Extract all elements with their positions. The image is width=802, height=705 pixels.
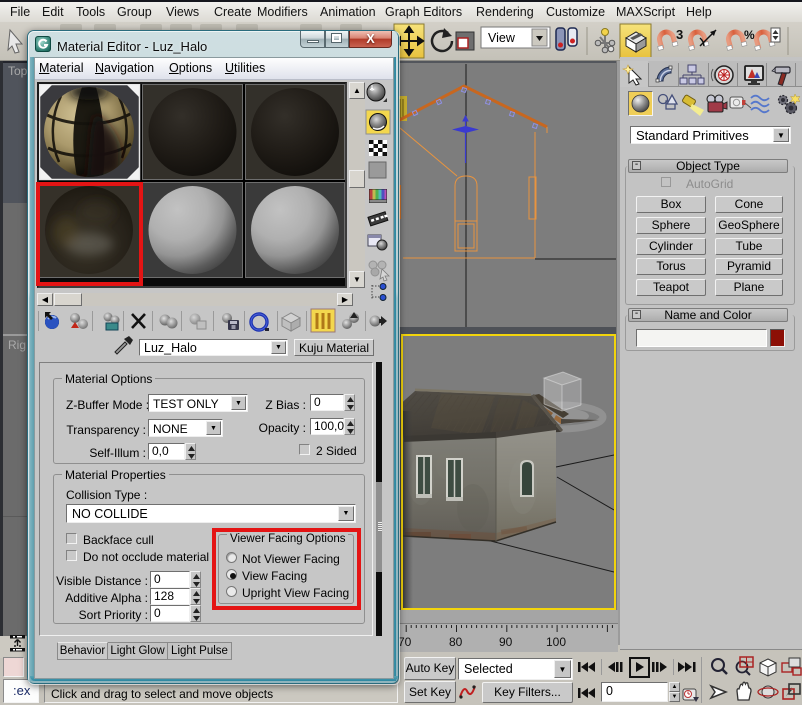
svg-text:3: 3: [676, 27, 683, 42]
svg-text:80: 80: [449, 635, 463, 649]
svg-text:%: %: [744, 28, 755, 42]
svg-text:90: 90: [499, 635, 513, 649]
svg-text:70: 70: [398, 635, 412, 649]
svg-text:100: 100: [546, 635, 566, 649]
